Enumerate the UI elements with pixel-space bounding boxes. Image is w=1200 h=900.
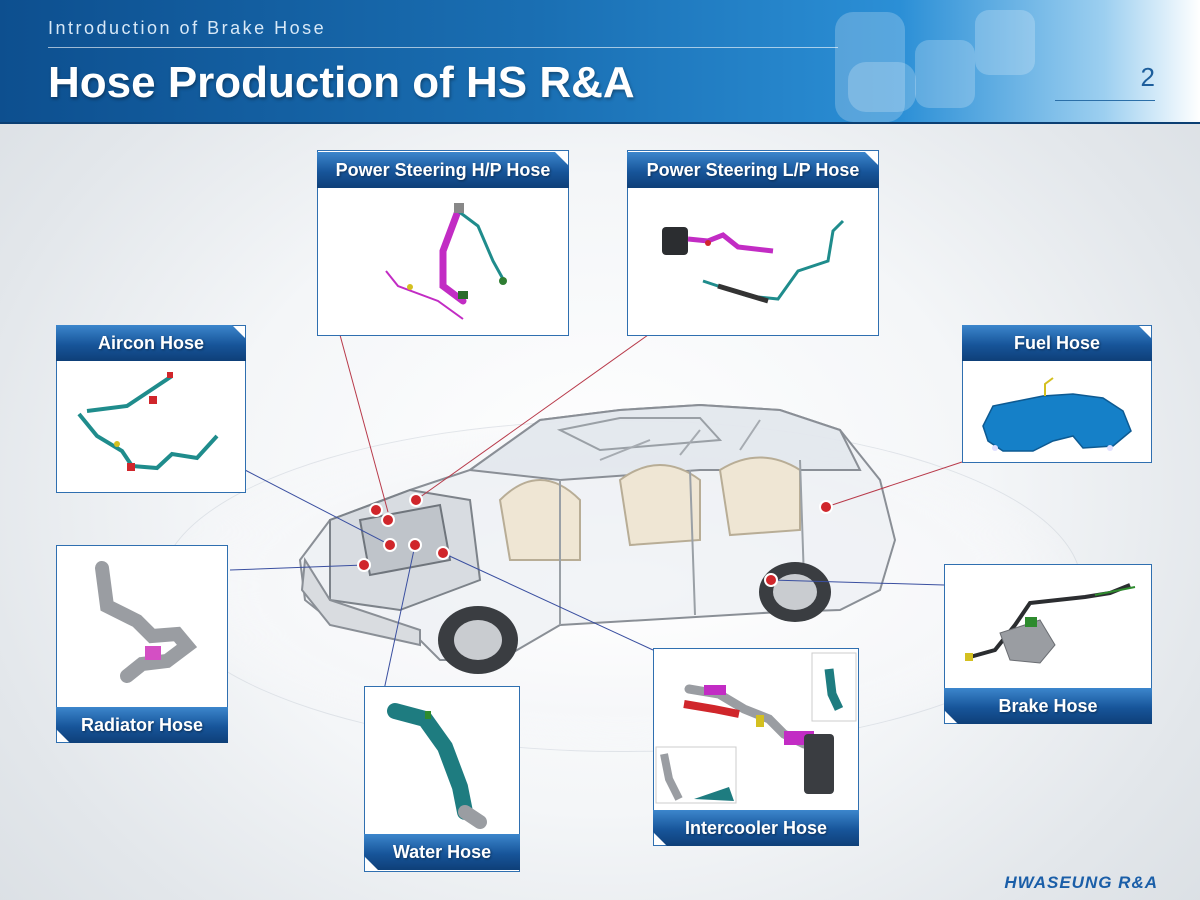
rear-wheel bbox=[759, 562, 831, 622]
marker-dot bbox=[409, 493, 423, 507]
marker-dot bbox=[369, 503, 383, 517]
label-power-steering-lp: Power Steering L/P Hose bbox=[627, 152, 879, 188]
label-water: Water Hose bbox=[364, 834, 520, 870]
marker-dot bbox=[357, 558, 371, 572]
marker-dot bbox=[408, 538, 422, 552]
marker-dot bbox=[381, 513, 395, 527]
marker-dot bbox=[436, 546, 450, 560]
marker-dot bbox=[764, 573, 778, 587]
label-fuel: Fuel Hose bbox=[962, 325, 1152, 361]
label-radiator: Radiator Hose bbox=[56, 707, 228, 743]
company-logo: HWASEUNG R&A bbox=[1004, 873, 1158, 892]
label-intercooler: Intercooler Hose bbox=[653, 810, 859, 846]
front-wheel bbox=[438, 606, 518, 674]
label-power-steering-hp: Power Steering H/P Hose bbox=[317, 152, 569, 188]
label-aircon: Aircon Hose bbox=[56, 325, 246, 361]
marker-dot bbox=[819, 500, 833, 514]
marker-dot bbox=[383, 538, 397, 552]
car-body bbox=[298, 403, 897, 661]
label-brake: Brake Hose bbox=[944, 688, 1152, 724]
